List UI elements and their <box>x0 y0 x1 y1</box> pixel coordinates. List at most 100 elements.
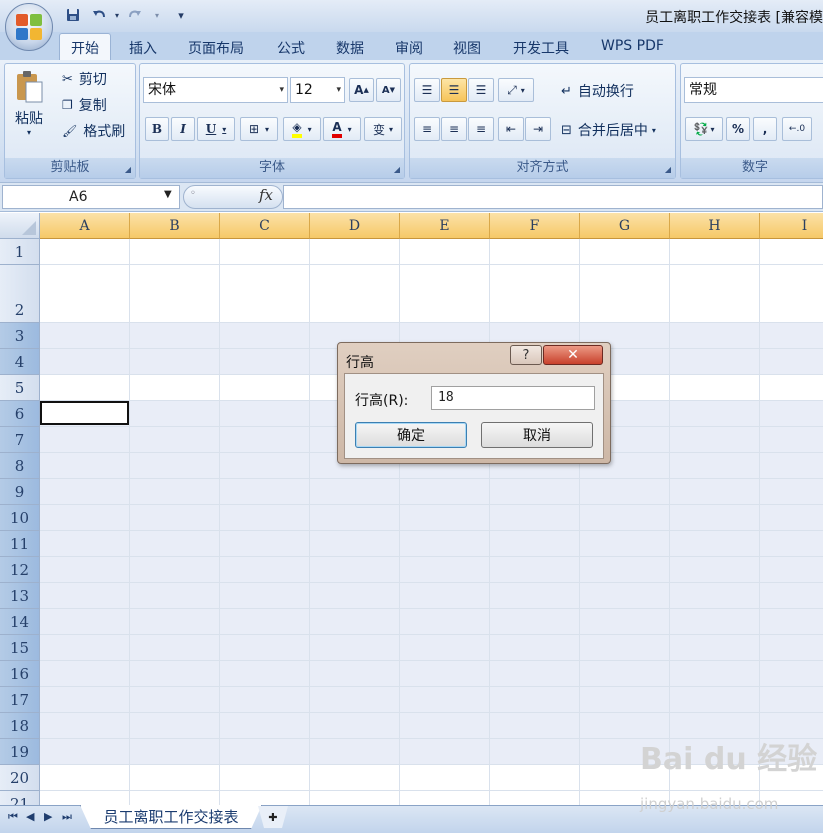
active-cell-a6[interactable] <box>40 401 129 425</box>
align-center-button[interactable]: ≡ <box>441 117 467 141</box>
column-header[interactable]: E <box>400 213 490 239</box>
formula-input[interactable] <box>283 185 823 209</box>
row-header[interactable]: 8 <box>0 453 40 479</box>
font-name-combo[interactable]: 宋体 ▾ <box>143 77 288 103</box>
table-row[interactable] <box>40 531 823 557</box>
dialog-launcher-icon[interactable]: ◢ <box>665 165 671 174</box>
paste-button[interactable]: 粘贴 ▾ <box>14 70 44 137</box>
tab-data[interactable]: 数据 <box>336 38 364 58</box>
tab-insert[interactable]: 插入 <box>129 38 157 58</box>
name-box[interactable]: A6 <box>2 185 180 209</box>
redo-icon[interactable] <box>126 6 144 24</box>
row-header[interactable]: 2 <box>0 265 40 323</box>
first-sheet-icon[interactable]: ⏮ <box>8 810 18 824</box>
align-middle-button[interactable]: ☰ <box>441 78 467 102</box>
font-size-combo[interactable]: 12 ▾ <box>290 77 345 103</box>
bold-button[interactable]: B <box>145 117 169 141</box>
tab-view[interactable]: 视图 <box>453 38 481 58</box>
row-header[interactable]: 19 <box>0 739 40 765</box>
row-header[interactable]: 12 <box>0 557 40 583</box>
percent-button[interactable]: % <box>726 117 750 141</box>
next-sheet-icon[interactable]: ▶ <box>44 810 52 823</box>
table-row[interactable] <box>40 661 823 687</box>
shrink-font-button[interactable]: A ▼ <box>376 78 401 102</box>
dialog-launcher-icon[interactable]: ◢ <box>125 165 131 174</box>
row-header[interactable]: 18 <box>0 713 40 739</box>
table-row[interactable] <box>40 635 823 661</box>
save-icon[interactable] <box>64 6 82 24</box>
accounting-format-button[interactable]: 💱 ▾ <box>685 117 723 141</box>
table-row[interactable] <box>40 239 823 265</box>
column-header[interactable]: H <box>670 213 760 239</box>
row-height-input[interactable]: 18 <box>431 386 595 410</box>
column-header[interactable]: F <box>490 213 580 239</box>
redo-dropdown-icon[interactable]: ▾ <box>148 6 166 24</box>
increase-decimal-button[interactable]: ←.0 <box>782 117 812 141</box>
table-row[interactable] <box>40 609 823 635</box>
select-all-corner[interactable] <box>0 213 40 239</box>
tab-developer[interactable]: 开发工具 <box>513 38 569 58</box>
table-row[interactable] <box>40 583 823 609</box>
dialog-launcher-icon[interactable]: ◢ <box>394 165 400 174</box>
column-header[interactable]: G <box>580 213 670 239</box>
column-header[interactable]: A <box>40 213 130 239</box>
copy-button[interactable]: ❐ 复制 <box>62 95 107 115</box>
borders-button[interactable]: ⊞ ▾ <box>240 117 278 141</box>
column-header[interactable]: B <box>130 213 220 239</box>
row-header[interactable]: 4 <box>0 349 40 375</box>
increase-indent-button[interactable]: ⇥ <box>525 117 551 141</box>
table-row[interactable] <box>40 479 823 505</box>
number-format-combo[interactable]: 常规 <box>684 77 823 103</box>
fill-color-button[interactable]: ◈ ▾ <box>283 117 321 141</box>
close-button[interactable]: ✕ <box>543 345 603 365</box>
tab-wps-pdf[interactable]: WPS PDF <box>601 38 664 54</box>
table-row[interactable] <box>40 687 823 713</box>
column-header[interactable]: I <box>760 213 823 239</box>
row-header[interactable]: 10 <box>0 505 40 531</box>
table-row[interactable] <box>40 713 823 739</box>
ok-button[interactable]: 确定 <box>355 422 467 448</box>
table-row[interactable] <box>40 265 823 323</box>
name-box-dropdown-icon[interactable]: ▼ <box>164 189 172 200</box>
last-sheet-icon[interactable]: ⏭ <box>62 810 72 824</box>
tab-review[interactable]: 审阅 <box>395 38 423 58</box>
undo-icon[interactable] <box>90 6 108 24</box>
insert-function-icon[interactable]: fx <box>259 186 273 204</box>
font-color-button[interactable]: A ▾ <box>323 117 361 141</box>
table-row[interactable] <box>40 505 823 531</box>
sheet-tab-active[interactable]: 员工离职工作交接表 <box>80 805 262 829</box>
prev-sheet-icon[interactable]: ◀ <box>26 810 34 823</box>
tab-home[interactable]: 开始 <box>59 33 111 61</box>
row-header[interactable]: 20 <box>0 765 40 791</box>
underline-button[interactable]: U ▾ <box>197 117 235 141</box>
align-top-button[interactable]: ☰ <box>414 78 440 102</box>
spreadsheet-grid[interactable]: 1 2 3 4 5 6 7 8 9 10 11 12 13 14 15 16 17 18 19 20 21 ABCDEF… <box>0 213 823 805</box>
tab-page-layout[interactable]: 页面布局 <box>188 38 244 58</box>
row-header[interactable]: 7 <box>0 427 40 453</box>
expand-handle-icon[interactable]: ◦ <box>190 188 196 199</box>
row-header[interactable]: 14 <box>0 609 40 635</box>
wrap-text-button[interactable]: ↵ 自动换行 <box>561 81 634 101</box>
customize-toolbar-icon[interactable]: ▾ <box>172 6 190 24</box>
row-header[interactable]: 15 <box>0 635 40 661</box>
row-header[interactable]: 9 <box>0 479 40 505</box>
column-header[interactable]: D <box>310 213 400 239</box>
grow-font-button[interactable]: A ▲ <box>349 78 374 102</box>
row-header[interactable]: 17 <box>0 687 40 713</box>
office-button[interactable] <box>5 3 53 51</box>
cancel-button[interactable]: 取消 <box>481 422 593 448</box>
merge-center-button[interactable]: ⊟ 合并后居中 ▾ <box>561 120 656 140</box>
undo-dropdown-icon[interactable]: ▾ <box>108 6 126 24</box>
row-header[interactable]: 5 <box>0 375 40 401</box>
row-header[interactable]: 16 <box>0 661 40 687</box>
phonetic-button[interactable]: 变 ▾ <box>364 117 402 141</box>
row-header[interactable]: 21 <box>0 791 40 805</box>
decrease-indent-button[interactable]: ⇤ <box>498 117 524 141</box>
column-header[interactable]: C <box>220 213 310 239</box>
format-painter-button[interactable]: 🖌 格式刷 <box>62 121 125 141</box>
italic-button[interactable]: I <box>171 117 195 141</box>
row-header[interactable]: 13 <box>0 583 40 609</box>
align-left-button[interactable]: ≡ <box>414 117 440 141</box>
cut-button[interactable]: ✂ 剪切 <box>62 69 107 89</box>
row-header[interactable]: 11 <box>0 531 40 557</box>
